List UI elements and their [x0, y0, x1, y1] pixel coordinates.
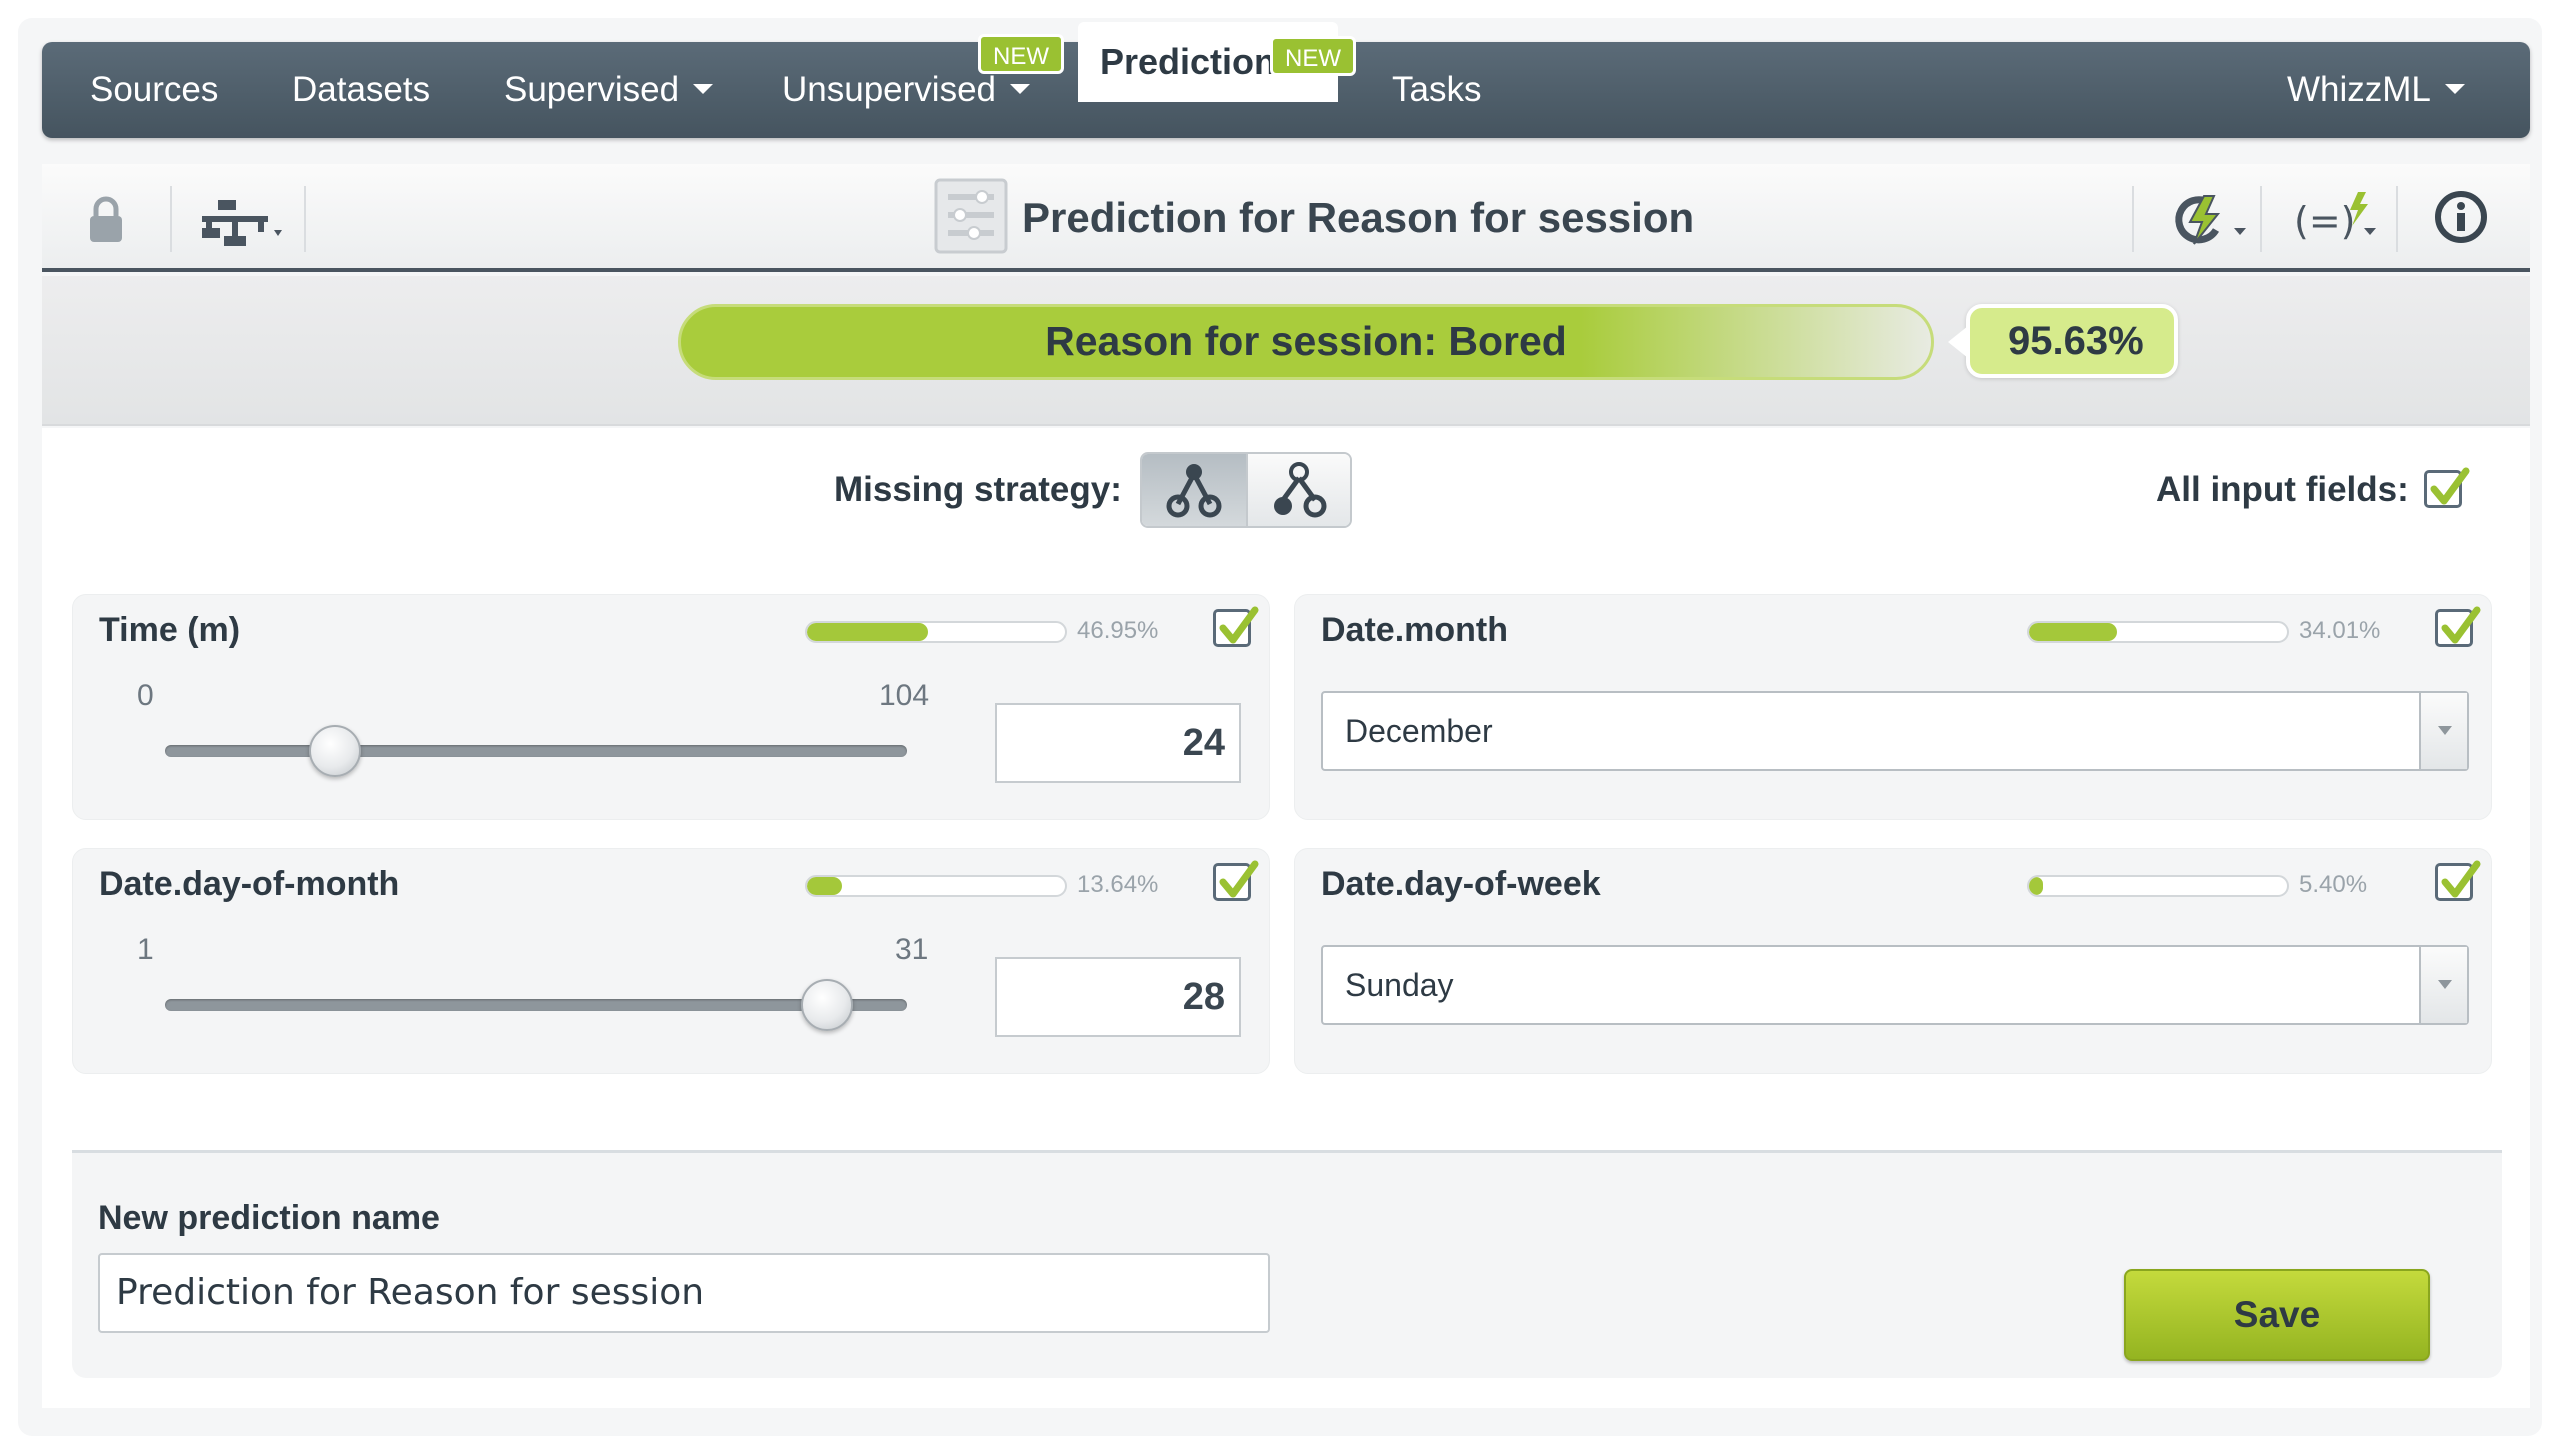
prediction-result-band: Reason for session: Bored 95.63%	[42, 276, 2530, 426]
importance-fill	[807, 623, 929, 641]
prediction-form-icon	[934, 178, 1008, 259]
confidence-badge: 95.63%	[1948, 304, 2178, 378]
importance-percent: 34.01%	[2299, 617, 2381, 644]
toolbar-divider	[2396, 186, 2398, 252]
value-slider-handle[interactable]	[309, 725, 361, 777]
save-button[interactable]: Save	[2124, 1269, 2430, 1361]
toolbar-divider	[2260, 186, 2262, 252]
new-badge-predictions: NEW	[1270, 36, 1356, 76]
slider-min-label: 0	[137, 679, 154, 712]
info-icon[interactable]	[2434, 190, 2488, 249]
nav-tasks[interactable]: Tasks	[1392, 42, 1481, 138]
svg-text:(=): (=)	[2294, 199, 2356, 243]
all-input-fields-checkbox[interactable]	[2424, 467, 2470, 508]
field-card-day-of-month: Date.day-of-month 13.64% 1 31 28	[72, 848, 1270, 1074]
value-slider-handle[interactable]	[801, 979, 853, 1031]
tree-strategy-icon	[1273, 462, 1327, 518]
field-card-time: Time (m) 46.95% 0 104 24	[72, 594, 1270, 820]
category-select[interactable]: December	[1321, 691, 2469, 771]
check-icon	[2441, 606, 2481, 644]
missing-strategy-toggle	[1140, 452, 1352, 528]
field-card-day-of-week: Date.day-of-week 5.40% Sunday	[1294, 848, 2492, 1074]
importance-bar	[805, 621, 1067, 643]
importance-fill	[2029, 623, 2117, 641]
page-title: Prediction for Reason for session	[1022, 194, 1695, 241]
prediction-name-label: New prediction name	[98, 1199, 440, 1237]
importance-percent: 13.64%	[1077, 871, 1159, 898]
importance-bar	[805, 875, 1067, 897]
category-select[interactable]: Sunday	[1321, 945, 2469, 1025]
check-icon	[1219, 606, 1259, 644]
tree-strategy-icon	[1166, 464, 1222, 518]
nav-supervised[interactable]: Supervised	[504, 42, 714, 138]
check-icon	[2441, 860, 2481, 898]
chevron-down-icon	[1010, 83, 1030, 94]
check-icon	[1219, 860, 1259, 898]
importance-bar	[2027, 875, 2289, 897]
nav-datasets[interactable]: Datasets	[292, 42, 430, 138]
field-include-checkbox[interactable]	[1213, 860, 1259, 901]
predictions-icon[interactable]	[2164, 192, 2250, 253]
chevron-down-icon[interactable]	[2419, 947, 2467, 1023]
nav-whizzml[interactable]: WhizzML	[2287, 42, 2465, 138]
nav-sources[interactable]: Sources	[90, 42, 218, 138]
toolbar-divider	[304, 186, 306, 252]
last-prediction-strategy-button[interactable]	[1142, 454, 1246, 526]
prediction-name-panel: New prediction name Prediction for Reaso…	[72, 1150, 2502, 1378]
toolbar-divider	[170, 186, 172, 252]
proportional-strategy-button[interactable]	[1245, 454, 1350, 526]
title-block: Prediction for Reason for session	[934, 178, 1694, 258]
formula-icon[interactable]: (=)	[2294, 188, 2382, 253]
importance-bar	[2027, 621, 2289, 643]
toolbar-divider	[2132, 186, 2134, 252]
importance-percent: 5.40%	[2299, 871, 2368, 898]
field-include-checkbox[interactable]	[2435, 860, 2481, 901]
prediction-result-label: Reason for session: Bored	[1045, 318, 1567, 364]
model-tree-icon[interactable]	[202, 198, 292, 251]
field-name: Date.month	[1321, 611, 1508, 649]
field-name: Date.day-of-week	[1321, 865, 1601, 903]
field-card-date-month: Date.month 34.01% December	[1294, 594, 2492, 820]
slider-max-label: 31	[895, 933, 929, 966]
prediction-name-input[interactable]: Prediction for Reason for session	[98, 1253, 1270, 1333]
value-slider-track[interactable]	[165, 745, 907, 757]
importance-fill	[807, 877, 843, 895]
chevron-down-icon	[2444, 83, 2465, 94]
field-include-checkbox[interactable]	[1213, 606, 1259, 647]
field-name: Time (m)	[99, 611, 241, 649]
importance-percent: 46.95%	[1077, 617, 1159, 644]
check-icon	[2430, 467, 2470, 505]
slider-min-label: 1	[137, 933, 154, 966]
importance-fill	[2029, 877, 2043, 895]
missing-strategy-label: Missing strategy:	[834, 470, 1122, 509]
chevron-down-icon[interactable]	[2419, 693, 2467, 769]
numeric-value-input[interactable]: 24	[995, 703, 1241, 783]
selected-value: December	[1345, 713, 1493, 749]
field-include-checkbox[interactable]	[2435, 606, 2481, 647]
value-slider-track[interactable]	[165, 999, 907, 1011]
all-input-fields-label: All input fields:	[2156, 470, 2409, 509]
field-name: Date.day-of-month	[99, 865, 400, 903]
new-badge-unsupervised: NEW	[978, 34, 1064, 74]
chevron-down-icon	[693, 83, 714, 94]
numeric-value-input[interactable]: 28	[995, 957, 1241, 1037]
slider-max-label: 104	[879, 679, 930, 712]
lock-icon[interactable]	[86, 196, 126, 249]
selected-value: Sunday	[1345, 967, 1454, 1003]
prediction-result-bar: Reason for session: Bored	[678, 304, 1934, 380]
resource-toolbar: Prediction for Reason for session (=)	[42, 164, 2530, 272]
